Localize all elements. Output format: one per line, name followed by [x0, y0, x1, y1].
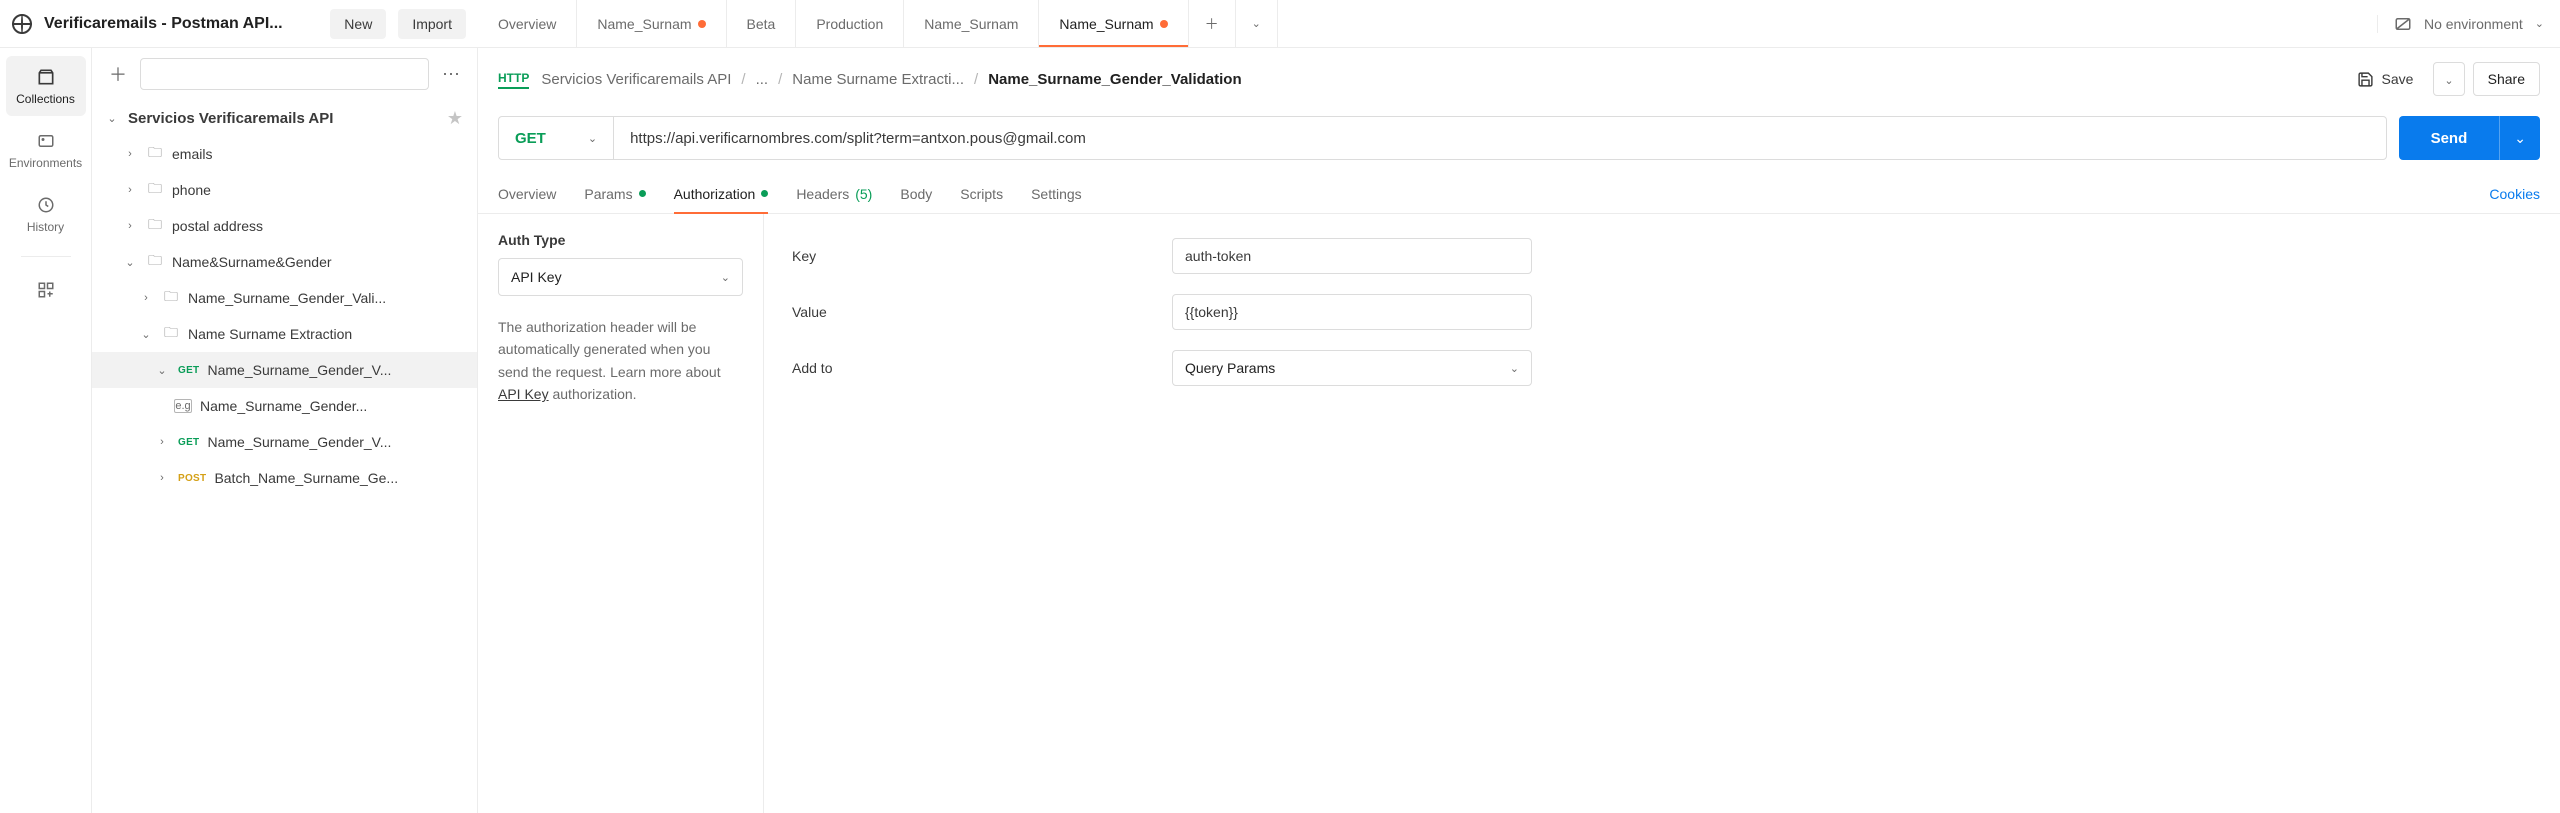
sidebar: ＋ ⋯ ⌄ Servicios Verificaremails API ★ › …: [92, 48, 478, 813]
example-icon: e.g: [174, 399, 192, 413]
tab-name-surname-2[interactable]: Name_Surnam: [904, 0, 1039, 47]
save-icon: [2357, 71, 2374, 88]
collections-icon: [35, 66, 57, 88]
folder-icon: 🗀: [146, 142, 164, 166]
tree-nse[interactable]: ⌄ 🗀 Name Surname Extraction: [92, 316, 477, 352]
tree-nsg[interactable]: ⌄ 🗀 Name&Surname&Gender: [92, 244, 477, 280]
rail-history[interactable]: History: [6, 184, 86, 244]
tree-phone[interactable]: › 🗀 phone: [92, 172, 477, 208]
share-button[interactable]: Share: [2473, 62, 2540, 96]
tab-overflow-button[interactable]: ⌄: [1236, 0, 1278, 47]
auth-description: The authorization header will be automat…: [498, 316, 743, 406]
globe-icon: [12, 14, 32, 34]
save-options-button[interactable]: ⌄: [2433, 62, 2464, 96]
tab-name-surname-3[interactable]: Name_Surnam: [1039, 0, 1188, 47]
no-env-icon: [2394, 15, 2412, 33]
collection-tree: ⌄ Servicios Verificaremails API ★ › 🗀 em…: [92, 100, 477, 813]
left-rail: Collections Environments History: [0, 48, 92, 813]
sectab-settings[interactable]: Settings: [1031, 174, 1082, 213]
key-input[interactable]: [1172, 238, 1532, 274]
tab-production[interactable]: Production: [796, 0, 904, 47]
value-input[interactable]: [1172, 294, 1532, 330]
sectab-overview[interactable]: Overview: [498, 174, 556, 213]
folder-icon: 🗀: [146, 178, 164, 202]
method-badge: POST: [178, 473, 206, 484]
new-button[interactable]: New: [330, 9, 386, 39]
import-button[interactable]: Import: [398, 9, 466, 39]
tab-beta[interactable]: Beta: [727, 0, 797, 47]
tree-batch[interactable]: › POST Batch_Name_Surname_Ge...: [92, 460, 477, 496]
send-options-button[interactable]: ⌄: [2499, 116, 2540, 160]
addto-label: Add to: [792, 360, 1172, 376]
save-button[interactable]: Save: [2345, 63, 2426, 96]
sidebar-filter-input[interactable]: [140, 58, 429, 90]
tree-emails[interactable]: › 🗀 emails: [92, 136, 477, 172]
method-badge: GET: [178, 365, 199, 376]
crumb-dots[interactable]: ...: [756, 71, 769, 88]
add-tab-button[interactable]: ＋: [1189, 0, 1236, 47]
folder-icon: 🗀: [162, 286, 180, 310]
sectab-scripts[interactable]: Scripts: [960, 174, 1003, 213]
value-label: Value: [792, 304, 1172, 320]
crumb-current: Name_Surname_Gender_Validation: [988, 71, 1241, 88]
folder-icon: 🗀: [162, 322, 180, 346]
method-badge: GET: [178, 437, 199, 448]
sectab-headers[interactable]: Headers (5): [796, 174, 872, 213]
params-dot-icon: [639, 190, 646, 197]
sectab-auth[interactable]: Authorization: [674, 174, 769, 213]
environments-icon: [35, 130, 57, 152]
breadcrumb: Servicios Verificaremails API / ... / Na…: [541, 71, 1241, 88]
tree-nsg-v2[interactable]: › GET Name_Surname_Gender_V...: [92, 424, 477, 460]
tree-root[interactable]: ⌄ Servicios Verificaremails API ★: [92, 100, 477, 136]
workspace-name[interactable]: Verificaremails - Postman API...: [44, 15, 318, 33]
sectab-params[interactable]: Params: [584, 174, 645, 213]
auth-type-select[interactable]: API Key ⌄: [498, 258, 743, 296]
environment-selector[interactable]: No environment ⌄: [2377, 15, 2560, 33]
tab-strip: Overview Name_Surnam Beta Production Nam…: [478, 0, 2377, 47]
tree-postal[interactable]: › 🗀 postal address: [92, 208, 477, 244]
auth-type-label: Auth Type: [498, 232, 743, 248]
tree-nsg-vali[interactable]: › 🗀 Name_Surname_Gender_Vali...: [92, 280, 477, 316]
modified-dot-icon: [1160, 20, 1168, 28]
tree-nsg-v[interactable]: ⌄ GET Name_Surname_Gender_V...: [92, 352, 477, 388]
auth-dot-icon: [761, 190, 768, 197]
top-bar: Verificaremails - Postman API... New Imp…: [0, 0, 2560, 48]
sectab-body[interactable]: Body: [900, 174, 932, 213]
api-key-doc-link[interactable]: API Key: [498, 386, 549, 402]
cookies-link[interactable]: Cookies: [2489, 186, 2540, 202]
sidebar-options-button[interactable]: ⋯: [437, 60, 465, 88]
content-pane: HTTP Servicios Verificaremails API / ...…: [478, 48, 2560, 813]
tab-name-surname-1[interactable]: Name_Surnam: [577, 0, 726, 47]
folder-icon: 🗀: [146, 250, 164, 274]
rail-configure[interactable]: [6, 269, 86, 311]
rail-environments[interactable]: Environments: [6, 120, 86, 180]
star-icon[interactable]: ★: [447, 108, 463, 129]
addto-select[interactable]: Query Params ⌄: [1172, 350, 1532, 386]
tab-overview[interactable]: Overview: [478, 0, 577, 47]
tree-nsg-eg[interactable]: e.g Name_Surname_Gender...: [92, 388, 477, 424]
folder-icon: 🗀: [146, 214, 164, 238]
grid-add-icon: [35, 279, 57, 301]
history-icon: [35, 194, 57, 216]
rail-collections[interactable]: Collections: [6, 56, 86, 116]
http-badge-icon: HTTP: [498, 69, 529, 89]
url-input[interactable]: https://api.verificarnombres.com/split?t…: [614, 117, 2386, 159]
send-button[interactable]: Send: [2399, 130, 2500, 147]
crumb-root[interactable]: Servicios Verificaremails API: [541, 71, 731, 88]
crumb-parent[interactable]: Name Surname Extracti...: [792, 71, 964, 88]
modified-dot-icon: [698, 20, 706, 28]
key-label: Key: [792, 248, 1172, 264]
create-collection-button[interactable]: ＋: [104, 60, 132, 88]
method-select[interactable]: GET ⌄: [499, 117, 614, 159]
